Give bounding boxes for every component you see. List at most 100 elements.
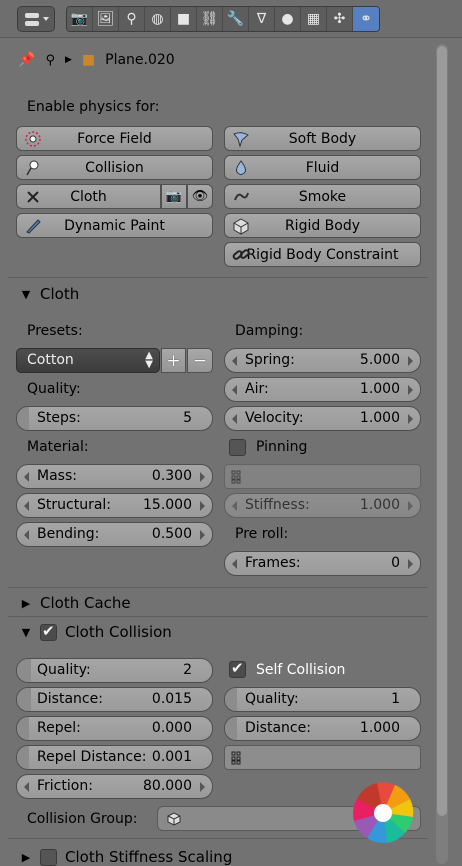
modifiers-icon[interactable]: 🔧 [223, 7, 249, 31]
spring-field[interactable]: Spring: 5.000 [224, 348, 421, 373]
mass-field[interactable]: Mass: 0.300 [16, 464, 213, 489]
decrement-arrow-icon[interactable] [24, 472, 29, 482]
collision-distance-slider[interactable]: Distance: 0.015 [16, 687, 213, 712]
decrement-arrow-icon[interactable] [232, 559, 237, 569]
collision-quality-slider[interactable]: Quality: 2 [16, 658, 213, 683]
increment-arrow-icon[interactable] [408, 356, 413, 366]
presets-label: Presets: [27, 323, 83, 339]
collapse-triangle-icon: ▼ [21, 625, 31, 639]
constraints-icon[interactable]: ⛓ [197, 7, 223, 31]
presets-dropdown[interactable]: Cotton ▲ ▼ [16, 348, 160, 373]
minus-icon: − [192, 350, 208, 371]
cloth-button[interactable]: Cloth [16, 184, 161, 209]
collision-icon [26, 160, 39, 176]
decrement-arrow-icon[interactable] [232, 385, 237, 395]
air-field[interactable]: Air: 1.000 [224, 377, 421, 402]
dynamic-paint-button[interactable]: Dynamic Paint [16, 213, 213, 238]
cloth-collision-checkbox[interactable] [40, 622, 57, 641]
fluid-icon [236, 160, 246, 175]
properties-header: 📷 🖼 ⚲ ◍ ■ ⛓ 🔧 ∇ ● ▦ ✣ ⚭ [0, 0, 462, 38]
chain-link-icon [232, 249, 250, 260]
increment-arrow-icon[interactable] [408, 385, 413, 395]
repel-slider[interactable]: Repel: 0.000 [16, 716, 213, 741]
self-collision-quality-slider[interactable]: Quality: 1 [224, 687, 421, 712]
add-preset-button[interactable]: + [161, 348, 186, 373]
smoke-icon [234, 192, 249, 201]
chevron-right-icon: ▶ [64, 55, 72, 65]
force-field-icon [25, 131, 41, 147]
soft-body-icon [233, 132, 249, 148]
velocity-field[interactable]: Velocity: 1.000 [224, 406, 421, 431]
pin-icon[interactable]: 📌 [18, 52, 35, 68]
collision-button[interactable]: Collision [16, 155, 213, 180]
data-icon[interactable]: ∇ [249, 7, 275, 31]
context-tabs: 📷 🖼 ⚲ ◍ ■ ⛓ 🔧 ∇ ● ▦ ✣ ⚭ [66, 6, 380, 32]
material-icon[interactable]: ● [275, 7, 301, 31]
breadcrumb: 📌 ⚲ ▶ ■ Plane.020 [18, 48, 175, 72]
group-icon [167, 812, 181, 826]
increment-arrow-icon[interactable] [200, 530, 205, 540]
cloth-cache-panel-header[interactable]: ▶ Cloth Cache [8, 590, 428, 616]
smoke-button[interactable]: Smoke [224, 184, 421, 209]
material-label: Material: [27, 439, 89, 455]
render-layers-icon[interactable]: 🖼 [93, 7, 119, 31]
vertex-group-icon [231, 751, 241, 765]
divider [8, 616, 428, 617]
render-icon[interactable]: 📷 [67, 7, 93, 31]
pin-group-field[interactable] [224, 464, 421, 489]
expand-triangle-icon: ▶ [21, 596, 31, 610]
increment-arrow-icon[interactable] [200, 782, 205, 792]
editor-type-icon [25, 13, 49, 26]
scene-icon: ⚲ [45, 52, 55, 68]
editor-type-menu[interactable] [17, 6, 55, 32]
scene-icon[interactable]: ⚲ [119, 7, 145, 31]
eye-icon: 👁 [191, 189, 209, 204]
decrement-arrow-icon[interactable] [24, 782, 29, 792]
increment-arrow-icon[interactable] [408, 414, 413, 424]
decrement-arrow-icon[interactable] [232, 501, 237, 511]
object-icon[interactable]: ■ [171, 7, 197, 31]
texture-icon[interactable]: ▦ [301, 7, 327, 31]
self-collision-checkbox[interactable] [229, 659, 246, 678]
self-collision-group-field[interactable] [224, 745, 421, 770]
increment-arrow-icon[interactable] [408, 559, 413, 569]
quality-label: Quality: [27, 381, 81, 397]
increment-arrow-icon[interactable] [200, 501, 205, 511]
collapse-triangle-icon: ▼ [21, 287, 31, 301]
dynamic-paint-icon [26, 219, 41, 234]
physics-icon[interactable]: ⚭ [353, 7, 379, 31]
world-icon[interactable]: ◍ [145, 7, 171, 31]
cloth-stiffness-scaling-checkbox[interactable] [40, 848, 57, 866]
watermark-logo [353, 782, 414, 844]
decrement-arrow-icon[interactable] [24, 501, 29, 511]
decrement-arrow-icon[interactable] [24, 530, 29, 540]
stiffness-field[interactable]: Stiffness: 1.000 [224, 493, 421, 518]
steps-slider[interactable]: Steps: 5 [16, 406, 213, 431]
self-collision-label: Self Collision [256, 662, 346, 678]
damping-label: Damping: [235, 323, 304, 339]
self-collision-distance-slider[interactable]: Distance: 1.000 [224, 716, 421, 741]
scrollbar-thumb[interactable] [437, 46, 447, 816]
decrement-arrow-icon[interactable] [232, 414, 237, 424]
frames-field[interactable]: Frames: 0 [224, 551, 421, 576]
rigid-body-constraint-button[interactable]: Rigid Body Constraint [224, 242, 421, 267]
particles-icon[interactable]: ✣ [327, 7, 353, 31]
force-field-button[interactable]: Force Field [16, 126, 213, 151]
soft-body-button[interactable]: Soft Body [224, 126, 421, 151]
pinning-checkbox[interactable] [229, 439, 246, 456]
bending-field[interactable]: Bending: 0.500 [16, 522, 213, 547]
friction-field[interactable]: Friction: 80.000 [16, 774, 213, 799]
rigid-body-button[interactable]: Rigid Body [224, 213, 421, 238]
increment-arrow-icon[interactable] [408, 501, 413, 511]
remove-preset-button[interactable]: − [187, 348, 213, 373]
cloth-collision-panel-header[interactable]: ▼ Cloth Collision [8, 619, 428, 645]
decrement-arrow-icon[interactable] [232, 356, 237, 366]
repel-distance-slider[interactable]: Repel Distance: 0.001 [16, 745, 213, 770]
structural-field[interactable]: Structural: 15.000 [16, 493, 213, 518]
cloth-render-toggle[interactable]: 📷 [161, 184, 187, 209]
fluid-button[interactable]: Fluid [224, 155, 421, 180]
cloth-panel-header[interactable]: ▼ Cloth [8, 281, 428, 307]
divider [8, 587, 428, 588]
cloth-viewport-toggle[interactable]: 👁 [187, 184, 213, 209]
increment-arrow-icon[interactable] [200, 472, 205, 482]
